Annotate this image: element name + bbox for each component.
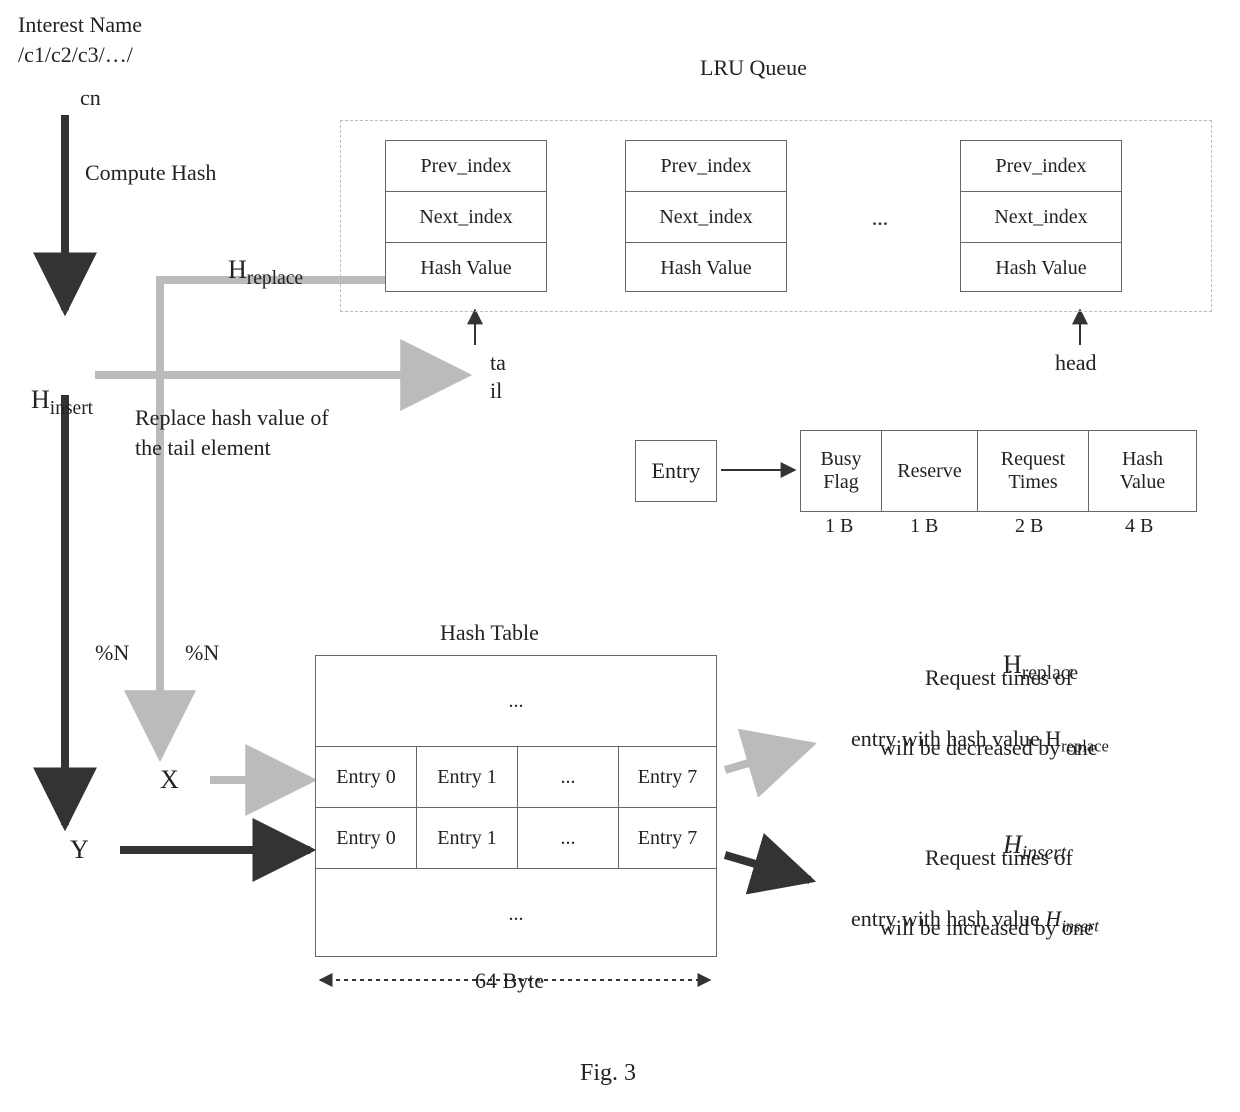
- compute-hash-label: Compute Hash: [85, 160, 216, 186]
- interest-name-tail: cn: [80, 85, 101, 111]
- entry-legend-fields: Busy Flag Reserve Request Times Hash Val…: [800, 430, 1197, 512]
- figure-caption: Fig. 3: [580, 1060, 636, 1087]
- hash-table-title: Hash Table: [440, 620, 539, 646]
- tail-label-l2: il: [490, 378, 502, 404]
- entry-size-1: 1 B: [910, 515, 938, 538]
- ht-y-ellipsis: ...: [518, 808, 619, 868]
- diagram-root: { "header": { "interest_name_label": "In…: [0, 0, 1240, 1112]
- entry-size-0: 1 B: [825, 515, 853, 538]
- x-label: X: [160, 765, 179, 795]
- ht-x-e7: Entry 7: [619, 747, 716, 807]
- entry-size-2: 2 B: [1015, 515, 1043, 538]
- lru-node-3-hash: Hash Value: [961, 243, 1121, 293]
- lru-node-3-prev: Prev_index: [961, 141, 1121, 192]
- hash-table-top: ...: [316, 656, 716, 747]
- lru-queue-title: LRU Queue: [700, 55, 807, 81]
- lru-ellipsis: ...: [835, 205, 925, 231]
- lru-node-2-hash: Hash Value: [626, 243, 786, 293]
- lru-node-3-next: Next_index: [961, 192, 1121, 243]
- y-label: Y: [70, 835, 89, 865]
- hash-table-row-x: Entry 0 Entry 1 ... Entry 7: [316, 747, 716, 808]
- replace-text-l2: the tail element: [135, 435, 271, 461]
- hash-table-bot: ...: [316, 869, 716, 959]
- entry-field-hash: Hash Value: [1089, 431, 1196, 511]
- ht-y-e7: Entry 7: [619, 808, 716, 868]
- lru-node-2: Prev_index Next_index Hash Value: [625, 140, 787, 292]
- tail-label-l1: ta: [490, 350, 506, 376]
- lru-node-1: Prev_index Next_index Hash Value: [385, 140, 547, 292]
- replace-text-l1: Replace hash value of: [135, 405, 329, 431]
- hash-table-box: ... Entry 0 Entry 1 ... Entry 7 Entry 0 …: [315, 655, 717, 957]
- entry-field-request: Request Times: [978, 431, 1089, 511]
- right-hinsert-l3: will be increased by one: [880, 915, 1094, 941]
- mod-n-b: %N: [185, 640, 219, 666]
- sixty-four-byte-label: 64 Byte: [475, 968, 544, 994]
- entry-legend-label: Entry: [652, 458, 701, 484]
- entry-size-3: 4 B: [1125, 515, 1153, 538]
- lru-node-3: Prev_index Next_index Hash Value: [960, 140, 1122, 292]
- right-hreplace-l1: Request times of: [925, 665, 1073, 691]
- entry-legend-label-box: Entry: [635, 440, 717, 502]
- lru-node-2-prev: Prev_index: [626, 141, 786, 192]
- ht-y-e1: Entry 1: [417, 808, 518, 868]
- head-label: head: [1055, 350, 1097, 376]
- lru-node-2-next: Next_index: [626, 192, 786, 243]
- ht-x-e0: Entry 0: [316, 747, 417, 807]
- h-insert-label: Hinsert: [18, 355, 93, 420]
- ht-x-e1: Entry 1: [417, 747, 518, 807]
- ht-y-e0: Entry 0: [316, 808, 417, 868]
- interest-name-value: /c1/c2/c3/…/: [18, 42, 133, 68]
- lru-node-1-hash: Hash Value: [386, 243, 546, 293]
- interest-name-label: Interest Name: [18, 12, 142, 38]
- lru-node-1-prev: Prev_index: [386, 141, 546, 192]
- right-hreplace-l3: will be decreased by one: [880, 735, 1097, 761]
- h-replace-label: Hreplace: [215, 225, 303, 290]
- mod-n-a: %N: [95, 640, 129, 666]
- entry-field-reserve: Reserve: [882, 431, 978, 511]
- ht-x-ellipsis: ...: [518, 747, 619, 807]
- lru-node-1-next: Next_index: [386, 192, 546, 243]
- hash-table-row-y: Entry 0 Entry 1 ... Entry 7: [316, 808, 716, 869]
- right-hinsert-l1: Request times of: [925, 845, 1073, 871]
- entry-field-busy: Busy Flag: [801, 431, 882, 511]
